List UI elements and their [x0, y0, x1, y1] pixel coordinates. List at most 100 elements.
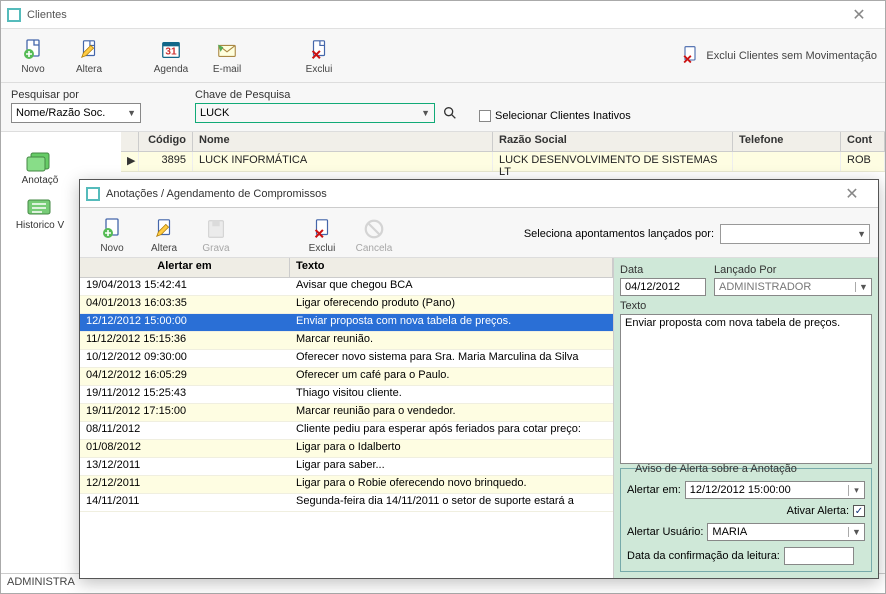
notes-icon	[26, 151, 54, 173]
cell-texto: Avisar que chegou BCA	[290, 278, 613, 295]
cell-codigo: 3895	[139, 152, 193, 171]
lancado-label: Lançado Por	[714, 264, 872, 276]
list-row[interactable]: 08/11/2012Cliente pediu para esperar apó…	[80, 422, 613, 440]
exclui-button[interactable]: Exclui	[295, 33, 343, 79]
confirm-input[interactable]	[784, 547, 854, 565]
cell-texto: Oferecer novo sistema para Sra. Maria Ma…	[290, 350, 613, 367]
delete-x-icon	[680, 45, 700, 68]
list-row[interactable]: 04/12/2012 16:05:29Oferecer um café para…	[80, 368, 613, 386]
confirm-label: Data da confirmação da leitura:	[627, 550, 780, 562]
cell-alertar: 13/12/2011	[80, 458, 290, 475]
list-row[interactable]: 13/12/2011Ligar para saber...	[80, 458, 613, 476]
col-codigo[interactable]: Código	[139, 132, 193, 151]
cell-alertar: 10/12/2012 09:30:00	[80, 350, 290, 367]
dlg-cancela-label: Cancela	[356, 243, 393, 254]
tab-anotacoes[interactable]: Anotaçõ	[5, 151, 75, 186]
inativos-checkbox[interactable]	[479, 110, 491, 122]
list-row[interactable]: 14/11/2011Segunda-feira dia 14/11/2011 o…	[80, 494, 613, 512]
col-contato[interactable]: Cont	[841, 132, 885, 151]
list-row[interactable]: 04/01/2013 16:03:35Ligar oferecendo prod…	[80, 296, 613, 314]
col-nome[interactable]: Nome	[193, 132, 493, 151]
list-row[interactable]: 10/12/2012 09:30:00Oferecer novo sistema…	[80, 350, 613, 368]
email-button[interactable]: E-mail	[203, 33, 251, 79]
cell-texto: Cliente pediu para esperar após feriados…	[290, 422, 613, 439]
col-razao[interactable]: Razão Social	[493, 132, 733, 151]
save-icon	[204, 217, 228, 241]
document-edit-icon	[77, 38, 101, 62]
document-plus-icon	[100, 217, 124, 241]
left-tabs: Anotaçõ Historico V	[5, 151, 75, 241]
col-telefone[interactable]: Telefone	[733, 132, 841, 151]
cell-alertar: 19/04/2013 15:42:41	[80, 278, 290, 295]
dlg-exclui-button[interactable]: Exclui	[298, 212, 346, 258]
alertar-em-label: Alertar em:	[627, 484, 681, 496]
cell-contato: ROB	[841, 152, 885, 171]
cell-alertar: 14/11/2011	[80, 494, 290, 511]
data-input[interactable]: 04/12/2012	[620, 278, 706, 296]
ativar-checkbox[interactable]: ✓	[853, 505, 865, 517]
col-texto[interactable]: Texto	[290, 258, 613, 277]
alertar-em-input[interactable]: 12/12/2012 15:00:00 ▾	[685, 481, 865, 499]
dlg-novo-button[interactable]: Novo	[88, 212, 136, 258]
list-row[interactable]: 19/04/2013 15:42:41Avisar que chegou BCA	[80, 278, 613, 296]
altera-button[interactable]: Altera	[65, 33, 113, 79]
dialog-toolbar: Novo Altera Grava Exclui Cancela Selecio…	[80, 208, 878, 258]
pesquisar-por-select[interactable]: Nome/Razão Soc. ▼	[11, 103, 141, 123]
usuario-label: Alertar Usuário:	[627, 526, 703, 538]
inativos-label: Selecionar Clientes Inativos	[495, 110, 631, 122]
agenda-button[interactable]: 31 Agenda	[147, 33, 195, 79]
cell-nome: LUCK INFORMÁTICA	[193, 152, 493, 171]
main-close-button[interactable]: ✕	[839, 4, 879, 26]
chevron-down-icon: ▼	[421, 108, 430, 118]
list-row[interactable]: 12/12/2012 15:00:00Enviar proposta com n…	[80, 314, 613, 332]
data-label: Data	[620, 264, 706, 276]
history-icon	[26, 196, 54, 218]
dlg-altera-button[interactable]: Altera	[140, 212, 188, 258]
list-row[interactable]: 19/11/2012 15:25:43Thiago visitou client…	[80, 386, 613, 404]
cancel-icon	[362, 217, 386, 241]
cell-alertar: 04/12/2012 16:05:29	[80, 368, 290, 385]
cell-alertar: 11/12/2012 15:15:36	[80, 332, 290, 349]
app-icon	[86, 187, 100, 201]
dlg-novo-label: Novo	[100, 243, 123, 254]
svg-text:31: 31	[165, 46, 177, 57]
cell-alertar: 19/11/2012 17:15:00	[80, 404, 290, 421]
exclui-sem-mov-label: Exclui Clientes sem Movimentação	[706, 50, 877, 62]
list-row[interactable]: 19/11/2012 17:15:00Marcar reunião para o…	[80, 404, 613, 422]
dlg-grava-label: Grava	[202, 243, 229, 254]
usuario-select[interactable]: MARIA ▼	[707, 523, 865, 541]
list-row[interactable]: 11/12/2012 15:15:36Marcar reunião.	[80, 332, 613, 350]
tab-anotacoes-label: Anotaçõ	[6, 175, 74, 186]
lancado-select: ADMINISTRADOR ▼	[714, 278, 872, 296]
texto-textarea[interactable]: Enviar proposta com nova tabela de preço…	[620, 314, 872, 464]
cell-telefone	[733, 152, 841, 171]
pesquisar-por-label: Pesquisar por	[11, 89, 141, 101]
grid-row[interactable]: ▶ 3895 LUCK INFORMÁTICA LUCK DESENVOLVIM…	[121, 152, 885, 172]
tab-historico[interactable]: Historico V	[5, 196, 75, 231]
exclui-sem-mov-button[interactable]: Exclui Clientes sem Movimentação	[680, 33, 877, 79]
dialog-close-button[interactable]: ✕	[832, 183, 872, 205]
texto-label: Texto	[620, 300, 872, 312]
cell-razao: LUCK DESENVOLVIMENTO DE SISTEMAS LT	[493, 152, 733, 171]
document-delete-icon	[310, 217, 334, 241]
novo-label: Novo	[21, 64, 44, 75]
dlg-exclui-label: Exclui	[309, 243, 336, 254]
anotacoes-dialog: Anotações / Agendamento de Compromissos …	[79, 179, 879, 579]
chevron-down-icon: ▾	[848, 485, 864, 496]
chevron-down-icon: ▼	[857, 229, 866, 239]
cell-texto: Ligar para o Idalberto	[290, 440, 613, 457]
col-alertar[interactable]: Alertar em	[80, 258, 290, 277]
list-row[interactable]: 01/08/2012Ligar para o Idalberto	[80, 440, 613, 458]
novo-button[interactable]: Novo	[9, 33, 57, 79]
cell-alertar: 19/11/2012 15:25:43	[80, 386, 290, 403]
list-row[interactable]: 12/12/2011Ligar para o Robie oferecendo …	[80, 476, 613, 494]
cell-alertar: 04/01/2013 16:03:35	[80, 296, 290, 313]
cell-alertar: 01/08/2012	[80, 440, 290, 457]
sel-apont-select[interactable]: ▼	[720, 224, 870, 244]
chevron-down-icon: ▼	[848, 527, 864, 537]
search-icon[interactable]	[441, 104, 459, 122]
chave-input[interactable]: LUCK ▼	[195, 103, 435, 123]
cell-alertar: 12/12/2011	[80, 476, 290, 493]
dialog-title: Anotações / Agendamento de Compromissos	[106, 188, 832, 200]
anotacoes-list: Alertar em Texto 19/04/2013 15:42:41Avis…	[80, 258, 614, 578]
